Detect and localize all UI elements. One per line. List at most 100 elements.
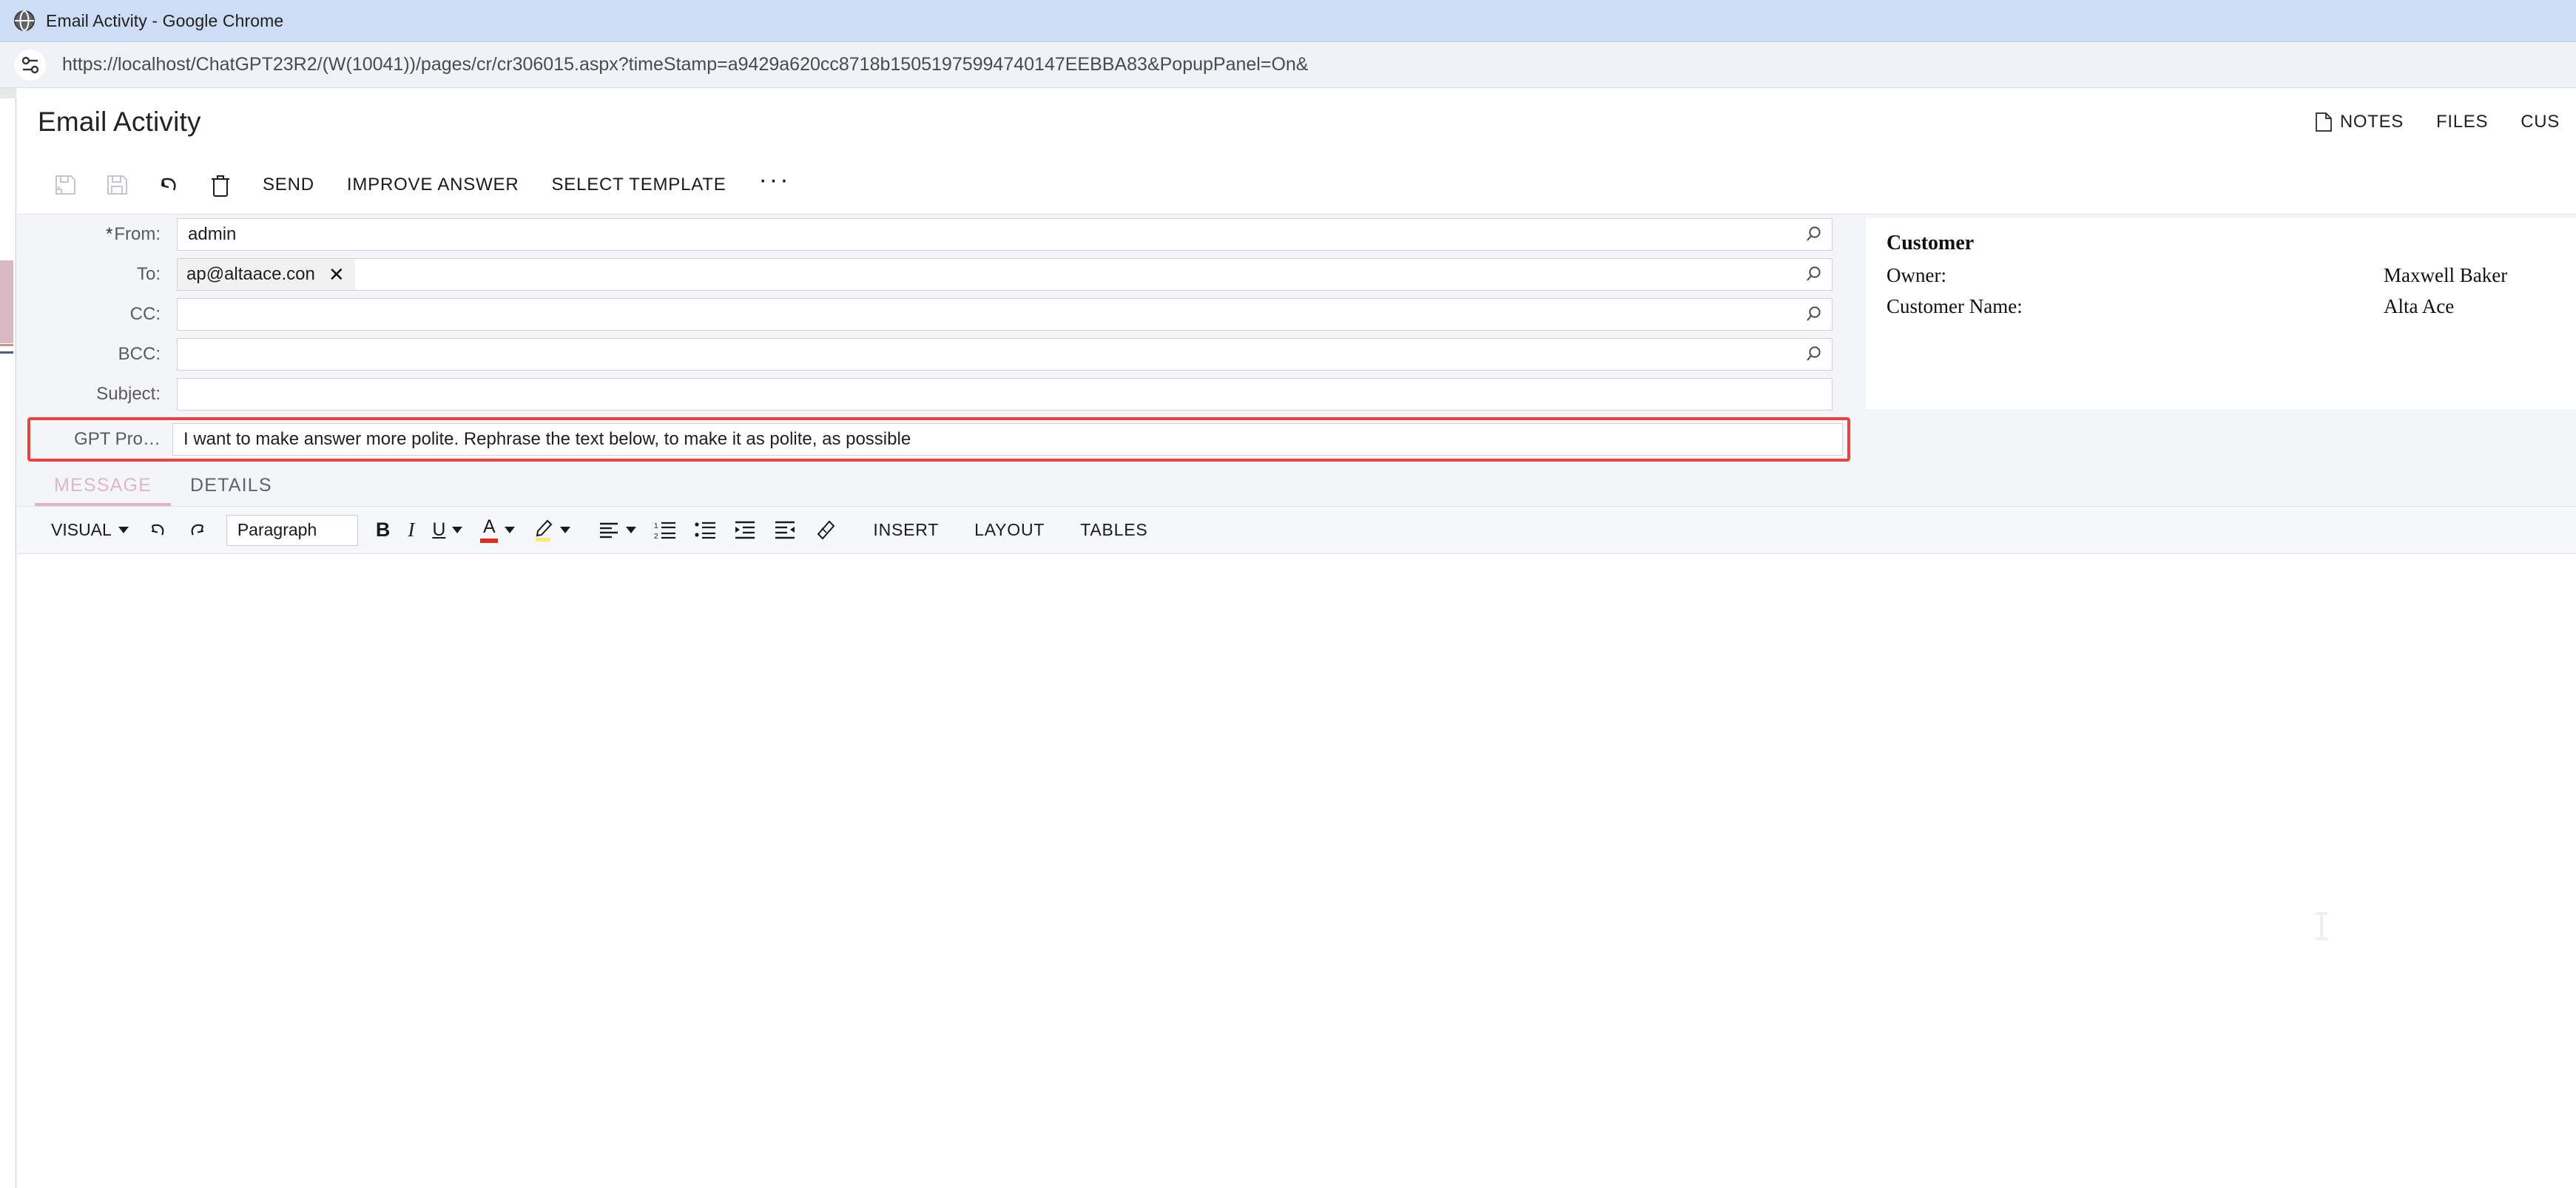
customer-card-title: Customer bbox=[1887, 232, 1975, 254]
header-link-notes[interactable]: NOTES bbox=[2299, 112, 2420, 132]
editor-undo-button[interactable] bbox=[138, 513, 178, 548]
block-format-dropdown[interactable]: Paragraph bbox=[226, 514, 358, 546]
eraser-icon bbox=[814, 519, 836, 542]
underline-label: U bbox=[432, 519, 446, 540]
cc-input[interactable] bbox=[177, 298, 1832, 331]
page-header: Email Activity NOTES FILES CUS bbox=[17, 88, 2576, 156]
layout-menu[interactable]: LAYOUT bbox=[957, 520, 1062, 540]
editor-mode-label: VISUAL bbox=[51, 520, 112, 539]
chevron-down-icon bbox=[626, 527, 637, 533]
magnifier-icon[interactable] bbox=[1802, 303, 1824, 325]
chevron-down-icon bbox=[452, 527, 463, 533]
message-body-editor[interactable] bbox=[17, 554, 2576, 1116]
align-left-icon bbox=[599, 521, 619, 540]
subject-input[interactable] bbox=[177, 378, 1832, 411]
email-activity-popup-panel: Email Activity NOTES FILES CUS SEND IMPR… bbox=[17, 88, 2576, 1188]
customer-card-row-owner: Owner: Maxwell Baker bbox=[1887, 264, 2572, 295]
improve-answer-button[interactable]: IMPROVE ANSWER bbox=[331, 175, 536, 195]
field-row-to: To: ap@altaace.con ✕ bbox=[17, 254, 1850, 294]
magnifier-icon[interactable] bbox=[1802, 223, 1824, 246]
tables-menu[interactable]: TABLES bbox=[1062, 520, 1165, 540]
ordered-list-button[interactable]: 1 2 bbox=[645, 513, 685, 548]
save-and-close-icon[interactable] bbox=[39, 162, 91, 208]
page-title: Email Activity bbox=[38, 107, 201, 137]
from-label: *From: bbox=[29, 224, 177, 245]
chevron-down-icon bbox=[560, 527, 571, 533]
customer-name-value: Alta Ace bbox=[2384, 295, 2455, 317]
select-template-button[interactable]: SELECT TEMPLATE bbox=[535, 175, 742, 195]
site-settings-icon[interactable] bbox=[15, 49, 46, 81]
background-page-tab-fragment bbox=[0, 260, 13, 343]
highlighter-pen-icon bbox=[533, 519, 553, 542]
gpt-prompt-label: GPT Pro… bbox=[74, 429, 161, 449]
customer-name-label: Customer Name: bbox=[1887, 295, 2023, 317]
insert-menu[interactable]: INSERT bbox=[855, 520, 957, 540]
background-page-topbar bbox=[0, 88, 16, 98]
save-icon[interactable] bbox=[91, 162, 143, 208]
more-actions-button[interactable]: ··· bbox=[743, 167, 807, 197]
globe-icon bbox=[13, 10, 36, 32]
background-page-strip bbox=[0, 88, 16, 1188]
browser-window-title: Email Activity - Google Chrome bbox=[46, 10, 284, 30]
tab-message-label: MESSAGE bbox=[54, 475, 152, 496]
header-link-notes-label: NOTES bbox=[2339, 112, 2404, 132]
header-link-files-label: FILES bbox=[2436, 112, 2489, 132]
increase-indent-button[interactable] bbox=[725, 513, 765, 548]
email-form: *From: admin To: ap@altaace.con ✕ CC: BC… bbox=[17, 214, 2576, 465]
italic-button[interactable]: I bbox=[399, 513, 423, 548]
text-align-button[interactable] bbox=[590, 513, 645, 548]
recipient-chip[interactable]: ap@altaace.con ✕ bbox=[178, 259, 355, 290]
browser-urlbar[interactable]: https://localhost/ChatGPT23R2/(W(10041))… bbox=[0, 42, 2576, 88]
bcc-label: BCC: bbox=[118, 344, 161, 364]
cc-label: CC: bbox=[129, 304, 161, 324]
bold-button[interactable]: B bbox=[367, 513, 399, 548]
customer-card-row-customer-name: Customer Name: Alta Ace bbox=[1887, 295, 2572, 326]
field-row-from: *From: admin bbox=[17, 215, 1850, 254]
app-viewport: Email Activity NOTES FILES CUS SEND IMPR… bbox=[0, 88, 2576, 1188]
header-link-customization-label: CUS bbox=[2521, 112, 2560, 132]
tab-details[interactable]: DETAILS bbox=[171, 465, 291, 506]
gpt-prompt-input[interactable]: I want to make answer more polite. Rephr… bbox=[172, 423, 1843, 456]
tab-message[interactable]: MESSAGE bbox=[35, 465, 172, 506]
underline-button[interactable]: U bbox=[423, 513, 471, 548]
font-color-button[interactable]: A bbox=[471, 513, 524, 548]
block-format-label: Paragraph bbox=[237, 520, 317, 539]
page-toolbar: SEND IMPROVE ANSWER SELECT TEMPLATE ··· bbox=[17, 156, 2576, 214]
decrease-indent-icon bbox=[774, 520, 796, 541]
recipient-chip-label: ap@altaace.con bbox=[186, 264, 315, 284]
decrease-indent-button[interactable] bbox=[765, 513, 805, 548]
email-form-fields: *From: admin To: ap@altaace.con ✕ CC: BC… bbox=[17, 215, 1850, 462]
clear-formatting-button[interactable] bbox=[805, 513, 845, 548]
to-input[interactable]: ap@altaace.con ✕ bbox=[177, 258, 1832, 291]
header-link-files[interactable]: FILES bbox=[2420, 112, 2504, 132]
owner-value: Maxwell Baker bbox=[2384, 264, 2508, 286]
header-link-customization[interactable]: CUS bbox=[2504, 112, 2576, 132]
editor-mode-dropdown[interactable]: VISUAL bbox=[42, 513, 138, 548]
owner-label: Owner: bbox=[1887, 264, 1946, 286]
chevron-down-icon bbox=[505, 527, 516, 533]
undo-icon bbox=[146, 519, 169, 541]
from-input[interactable]: admin bbox=[177, 218, 1832, 251]
browser-titlebar: Email Activity - Google Chrome bbox=[0, 0, 2576, 42]
delete-trash-icon[interactable] bbox=[195, 162, 246, 208]
bcc-input[interactable] bbox=[177, 338, 1832, 371]
from-value: admin bbox=[188, 224, 237, 244]
background-page-line-pink bbox=[0, 344, 13, 346]
editor-redo-button[interactable] bbox=[178, 513, 218, 548]
svg-text:2: 2 bbox=[654, 533, 658, 541]
url-text[interactable]: https://localhost/ChatGPT23R2/(W(10041))… bbox=[62, 54, 1308, 75]
undo-icon[interactable] bbox=[143, 162, 195, 208]
gpt-prompt-value: I want to make answer more polite. Rephr… bbox=[183, 429, 911, 449]
close-icon[interactable]: ✕ bbox=[328, 265, 345, 284]
unordered-list-button[interactable] bbox=[685, 513, 725, 548]
magnifier-icon[interactable] bbox=[1802, 343, 1824, 365]
content-tabs: MESSAGE DETAILS bbox=[17, 465, 2576, 507]
field-row-subject: Subject: bbox=[17, 374, 1850, 414]
gpt-prompt-row-highlight: GPT Pro… I want to make answer more poli… bbox=[27, 417, 1850, 462]
font-color-label: A bbox=[483, 516, 496, 537]
magnifier-icon[interactable] bbox=[1802, 263, 1824, 286]
redo-icon bbox=[186, 519, 209, 541]
highlight-color-button[interactable] bbox=[524, 513, 579, 548]
send-button[interactable]: SEND bbox=[246, 175, 331, 195]
tab-details-label: DETAILS bbox=[190, 475, 272, 496]
